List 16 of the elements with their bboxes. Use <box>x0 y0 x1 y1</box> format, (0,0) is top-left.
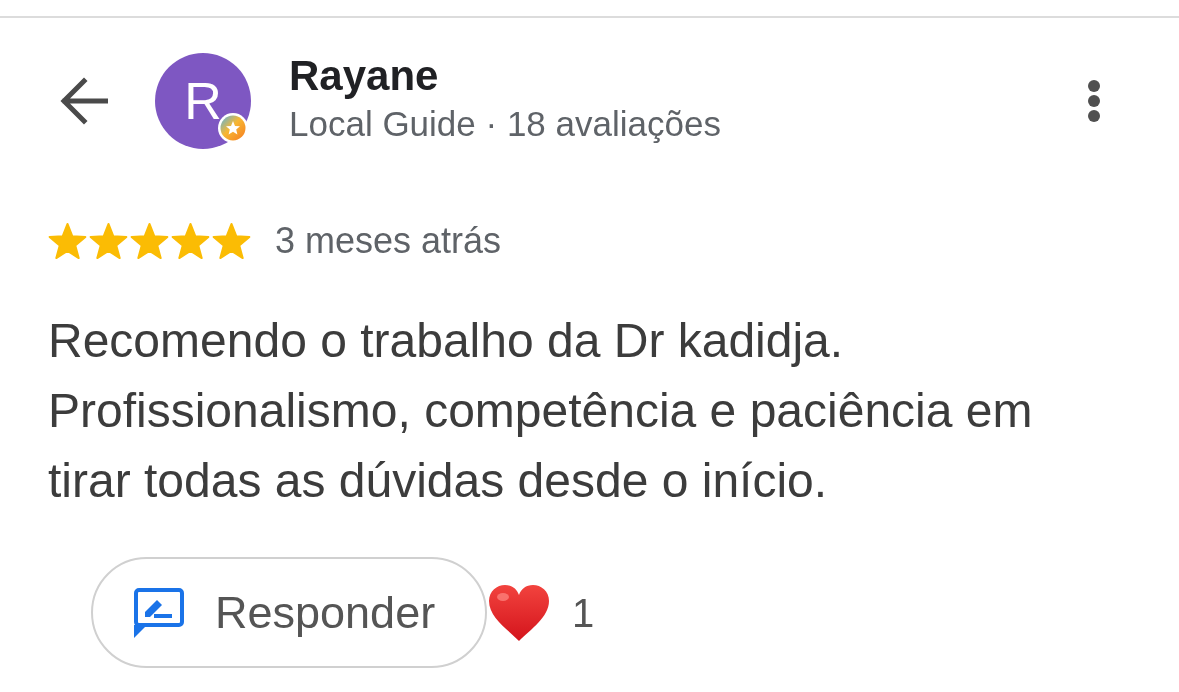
reaction-count: 1 <box>572 589 595 637</box>
heart-icon[interactable] <box>487 582 551 643</box>
star-icon <box>171 222 210 260</box>
review-time: 3 meses atrás <box>275 219 502 263</box>
star-icon <box>130 222 169 260</box>
review-text: Recomendo o trabalho da Dr kadidja. Profissionalismo, competência e paciência em tirar todas as dúvidas desde o início. <box>48 313 1034 509</box>
star-icon <box>89 222 128 260</box>
star-icon <box>212 222 251 260</box>
reviewer-meta: Local Guide · 18 avaliações <box>289 102 721 145</box>
vertical-dots-menu-icon[interactable] <box>1087 80 1101 122</box>
back-arrow-icon[interactable] <box>60 77 108 125</box>
pencil-speech-bubble-icon <box>134 587 184 638</box>
reply-button[interactable]: Responder <box>91 557 487 668</box>
star-icon <box>48 222 87 260</box>
reviewer-name[interactable]: Rayane <box>289 51 721 102</box>
avatar-initial: R <box>155 53 251 149</box>
